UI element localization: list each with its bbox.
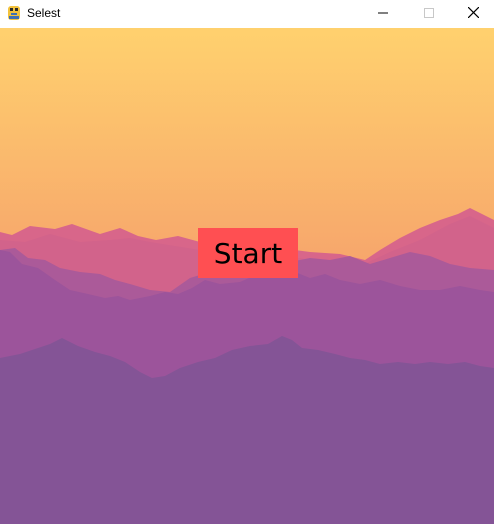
python-snake-icon xyxy=(6,5,23,22)
close-icon xyxy=(467,6,479,21)
front-mountains xyxy=(0,336,494,524)
window-title: Selest xyxy=(27,6,61,20)
app-window: Selest Start xyxy=(0,0,494,524)
close-button[interactable] xyxy=(452,0,494,28)
maximize-icon xyxy=(424,7,434,21)
start-button[interactable]: Start xyxy=(198,228,298,278)
game-canvas[interactable]: Start xyxy=(0,28,494,524)
minimize-icon xyxy=(378,7,388,21)
title-bar[interactable]: Selest xyxy=(0,0,494,28)
maximize-button[interactable] xyxy=(406,0,452,28)
minimize-button[interactable] xyxy=(360,0,406,28)
